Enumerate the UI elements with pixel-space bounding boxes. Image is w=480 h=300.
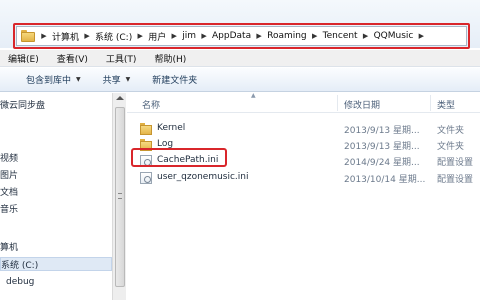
column-divider[interactable] [337, 95, 338, 111]
chevron-down-icon: ▼ [125, 76, 131, 83]
nav-item-computer[interactable]: 算机 [0, 240, 18, 253]
file-date: 2013/10/14 星期... [344, 175, 426, 185]
folder-icon [140, 123, 152, 135]
settings-file-icon [140, 172, 152, 184]
menu-bar: 编辑(E) 查看(V) 工具(T) 帮助(H) [0, 50, 480, 67]
menu-view[interactable]: 查看(V) [57, 52, 88, 65]
command-toolbar: 包含到库中 ▼ 共享 ▼ 新建文件夹 [0, 68, 480, 92]
file-row-user-qzonemusic[interactable]: user_qzonemusic.ini 2013/10/14 星期... 配置设… [127, 170, 480, 186]
menu-edit[interactable]: 编辑(E) [8, 52, 39, 65]
column-header-type[interactable]: 类型 [437, 98, 455, 111]
menu-help[interactable]: 帮助(H) [154, 52, 186, 65]
include-in-library-label: 包含到库中 [26, 76, 72, 86]
file-type: 配置设置 [437, 175, 474, 185]
nav-item-pictures[interactable]: 图片 [0, 168, 18, 181]
nav-item-debug[interactable]: debug [6, 277, 34, 287]
highlight-frame-cachepath [131, 148, 227, 167]
nav-item-documents[interactable]: 文档 [0, 185, 18, 198]
scroll-up-arrow-icon[interactable] [116, 96, 124, 100]
file-row-kernel[interactable]: Kernel 2013/9/13 星期... 文件夹 [127, 121, 480, 137]
nav-item-videos[interactable]: 视频 [0, 151, 18, 164]
sort-arrow-icon: ▲ [251, 92, 256, 99]
navigation-pane: 微云同步盘 视频 图片 文档 音乐 算机 系统 (C:) debug [0, 93, 112, 300]
address-bar-region: ▶ 计算机 ▶ 系统 (C:) ▶ 用户 ▶ jim ▶ AppData ▶ R… [0, 0, 480, 49]
nav-item-music[interactable]: 音乐 [0, 202, 18, 215]
grip-icon [118, 193, 122, 199]
nav-item-c-drive[interactable]: 系统 (C:) [0, 257, 112, 271]
scrollbar-thumb[interactable] [115, 107, 125, 287]
share-button[interactable]: 共享 ▼ [103, 73, 131, 86]
include-in-library-button[interactable]: 包含到库中 ▼ [26, 73, 81, 86]
file-list: ▲ 名称 修改日期 类型 Kernel 2013/9/13 星期... 文件夹 … [127, 92, 480, 300]
nav-scrollbar[interactable] [112, 93, 126, 300]
column-header-name[interactable]: 名称 [142, 98, 160, 111]
new-folder-label: 新建文件夹 [152, 76, 198, 86]
new-folder-button[interactable]: 新建文件夹 [152, 73, 197, 86]
file-date: 2013/9/13 星期... [344, 142, 420, 152]
column-divider[interactable] [430, 95, 431, 111]
column-header-row: ▲ 名称 修改日期 类型 [127, 92, 480, 113]
file-type: 文件夹 [437, 126, 465, 136]
file-type: 文件夹 [437, 142, 465, 152]
column-header-date[interactable]: 修改日期 [344, 98, 380, 111]
chevron-down-icon: ▼ [76, 76, 81, 83]
file-name: user_qzonemusic.ini [157, 172, 249, 182]
menu-tools[interactable]: 工具(T) [106, 52, 137, 65]
highlight-frame-address [13, 23, 470, 49]
file-date: 2014/9/24 星期... [344, 158, 420, 168]
file-type: 配置设置 [437, 158, 474, 168]
file-name: Kernel [157, 123, 186, 133]
file-date: 2013/9/13 星期... [344, 126, 420, 136]
share-label: 共享 [102, 76, 121, 86]
nav-item-weiyun[interactable]: 微云同步盘 [0, 98, 45, 111]
